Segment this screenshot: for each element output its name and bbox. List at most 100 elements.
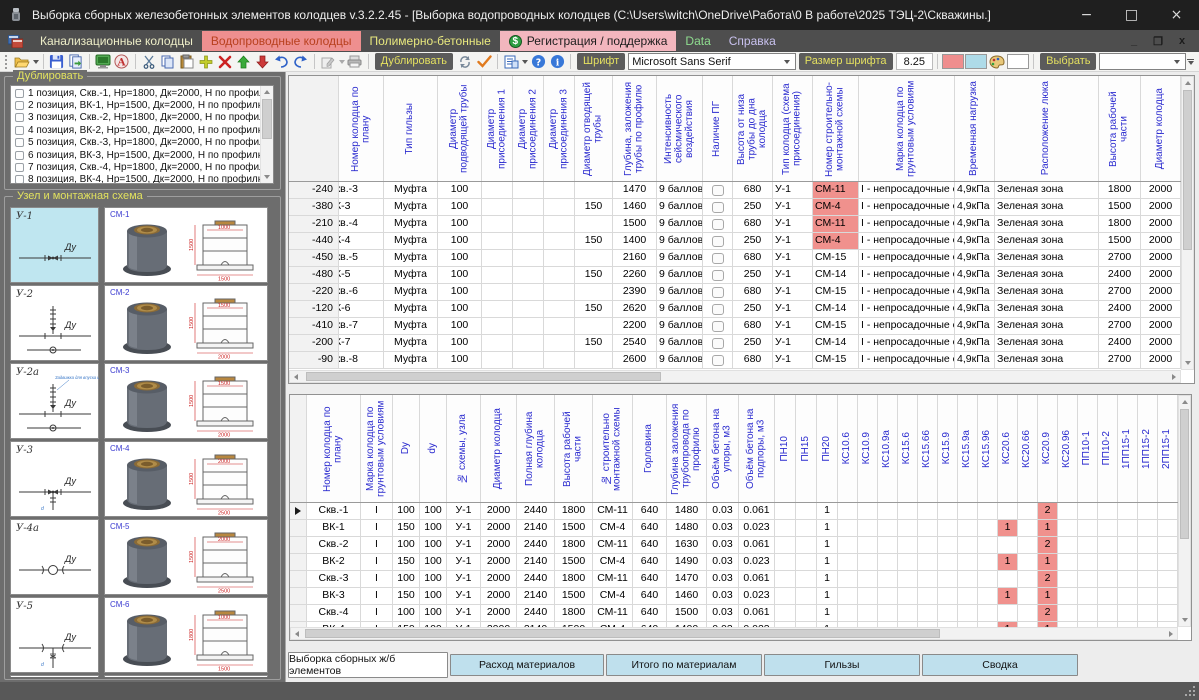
grid-cell[interactable]: I — [361, 571, 393, 588]
grid-splitter[interactable] — [286, 384, 1199, 394]
grid-cell[interactable] — [1058, 520, 1078, 537]
grid-cell[interactable]: 1460 — [613, 199, 657, 216]
grid-cell[interactable]: СМ-14 — [813, 301, 859, 318]
grid-cell[interactable]: 1800 — [555, 503, 593, 520]
grid-cell[interactable] — [544, 182, 575, 199]
grid-cell[interactable]: 1 — [998, 554, 1018, 571]
grid-cell[interactable] — [703, 182, 733, 199]
grid-cell[interactable]: 4,9кПа — [955, 267, 995, 284]
grid-cell[interactable]: 2600 — [613, 352, 657, 369]
grid-cell[interactable]: 150 — [575, 335, 613, 352]
grid-cell[interactable] — [544, 352, 575, 369]
checkbox[interactable] — [712, 253, 724, 264]
checkbox[interactable] — [15, 163, 24, 172]
report-button[interactable] — [502, 53, 520, 71]
grid-cell[interactable]: 0.03 — [707, 605, 739, 622]
grid-cell[interactable]: 4,9кПа — [955, 199, 995, 216]
grid-cell[interactable]: 640 — [633, 588, 667, 605]
menu-item-kanalizacionnye[interactable]: Канализационные колодцы — [31, 31, 202, 51]
column-header[interactable]: Диаметр подводящей трубы — [438, 76, 482, 181]
grid-cell[interactable]: 150 — [393, 520, 420, 537]
grid-cell[interactable] — [1158, 554, 1178, 571]
print-button[interactable] — [346, 53, 364, 71]
choose-combobox[interactable] — [1099, 53, 1185, 70]
column-header[interactable]: Тип гильзы — [384, 76, 438, 181]
grid-cell[interactable] — [1118, 554, 1138, 571]
menu-item-vodoprovodnye[interactable]: Водопроводные колодцы — [202, 31, 361, 51]
grid-cell[interactable] — [938, 537, 958, 554]
grid-cell[interactable]: 100 — [438, 318, 482, 335]
grid-cell[interactable] — [290, 503, 307, 520]
grid-cell[interactable] — [898, 571, 918, 588]
position-list-item[interactable]: 7 позиция, Скв.-4, Нр=1800, Дк=2000, Н п… — [11, 161, 273, 173]
grid-cell[interactable] — [998, 537, 1018, 554]
grid-cell[interactable] — [1058, 571, 1078, 588]
grid-cell[interactable] — [1078, 554, 1098, 571]
grid-cell[interactable]: -120 — [289, 301, 339, 318]
lower-grid-hscrollbar[interactable] — [290, 627, 1178, 640]
grid-cell[interactable]: СМ-14 — [813, 267, 859, 284]
grid-cell[interactable]: 1500 — [555, 554, 593, 571]
grid-cell[interactable] — [482, 284, 513, 301]
menu-item-registraciya[interactable]: $ Регистрация / поддержка — [500, 31, 677, 51]
grid-cell[interactable] — [290, 537, 307, 554]
grid-cell[interactable] — [1138, 588, 1158, 605]
grid-cell[interactable]: 150 — [575, 301, 613, 318]
checkbox[interactable] — [712, 185, 724, 196]
checkbox[interactable] — [15, 126, 24, 135]
grid-cell[interactable] — [482, 216, 513, 233]
checkbox[interactable] — [712, 287, 724, 298]
column-header[interactable]: 2ПП15-1 — [1158, 395, 1178, 502]
grid-cell[interactable]: 1480 — [667, 520, 707, 537]
grid-cell[interactable]: 640 — [633, 537, 667, 554]
grid-cell[interactable] — [1058, 605, 1078, 622]
node-card-У-1[interactable]: У-1Ду — [10, 207, 99, 283]
scheme-card-СМ-3[interactable]: СМ-3150020001500 — [104, 363, 268, 439]
grid-cell[interactable]: У-1 — [773, 233, 813, 250]
grid-cell[interactable]: 2000 — [1141, 335, 1181, 352]
grid-cell[interactable]: 9 баллов — [657, 301, 703, 318]
grid-cell[interactable]: 0.023 — [739, 588, 775, 605]
grid-cell[interactable] — [958, 571, 978, 588]
grid-cell[interactable] — [838, 520, 858, 537]
grid-cell[interactable]: СМ-4 — [593, 554, 633, 571]
save-button[interactable] — [48, 53, 66, 71]
grid-cell[interactable]: Скв.-4 — [339, 216, 384, 233]
grid-cell[interactable]: 9 баллов — [657, 267, 703, 284]
grid-cell[interactable] — [796, 503, 817, 520]
grid-cell[interactable]: -480 — [289, 267, 339, 284]
menu-item-polimerno-betonnye[interactable]: Полимерно-бетонные — [361, 31, 500, 51]
grid-cell[interactable]: Муфта — [384, 233, 438, 250]
grid-cell[interactable]: Зеленая зона — [995, 301, 1099, 318]
grid-cell[interactable]: 4,9кПа — [955, 318, 995, 335]
column-header[interactable]: Номер колодца по плану — [339, 76, 384, 181]
grid-cell[interactable]: 640 — [633, 605, 667, 622]
grid-cell[interactable] — [1078, 571, 1098, 588]
grid-cell[interactable]: I - непросадочные сухи... — [859, 352, 955, 369]
grid-cell[interactable] — [1118, 588, 1138, 605]
grid-cell[interactable]: СМ-4 — [593, 520, 633, 537]
grid-cell[interactable]: 4,9кПа — [955, 284, 995, 301]
column-header[interactable]: Марка колодца по грунтовым условиям — [859, 76, 955, 181]
grid-cell[interactable]: У-1 — [773, 199, 813, 216]
grid-cell[interactable] — [290, 571, 307, 588]
grid-cell[interactable] — [1078, 537, 1098, 554]
node-card-У-2[interactable]: У-2Ду — [10, 285, 99, 361]
color-swatch-salmon[interactable] — [942, 54, 964, 69]
grid-cell[interactable]: СМ-4 — [813, 233, 859, 250]
grid-cell[interactable] — [978, 520, 998, 537]
duplicate-button[interactable]: Дублировать — [375, 53, 453, 70]
grid-cell[interactable] — [513, 284, 544, 301]
grid-cell[interactable]: СМ-11 — [593, 571, 633, 588]
menu-item-spravka[interactable]: Справка — [720, 31, 785, 51]
grid-cell[interactable]: 1 — [817, 571, 838, 588]
grid-cell[interactable]: 150 — [575, 267, 613, 284]
grid-cell[interactable] — [1138, 554, 1158, 571]
grid-cell[interactable] — [796, 537, 817, 554]
grid-cell[interactable]: 100 — [420, 503, 447, 520]
grid-cell[interactable] — [998, 503, 1018, 520]
grid-cell[interactable] — [544, 301, 575, 318]
checkbox[interactable] — [712, 270, 724, 281]
grid-cell[interactable] — [775, 588, 796, 605]
grid-cell[interactable]: У-1 — [773, 335, 813, 352]
